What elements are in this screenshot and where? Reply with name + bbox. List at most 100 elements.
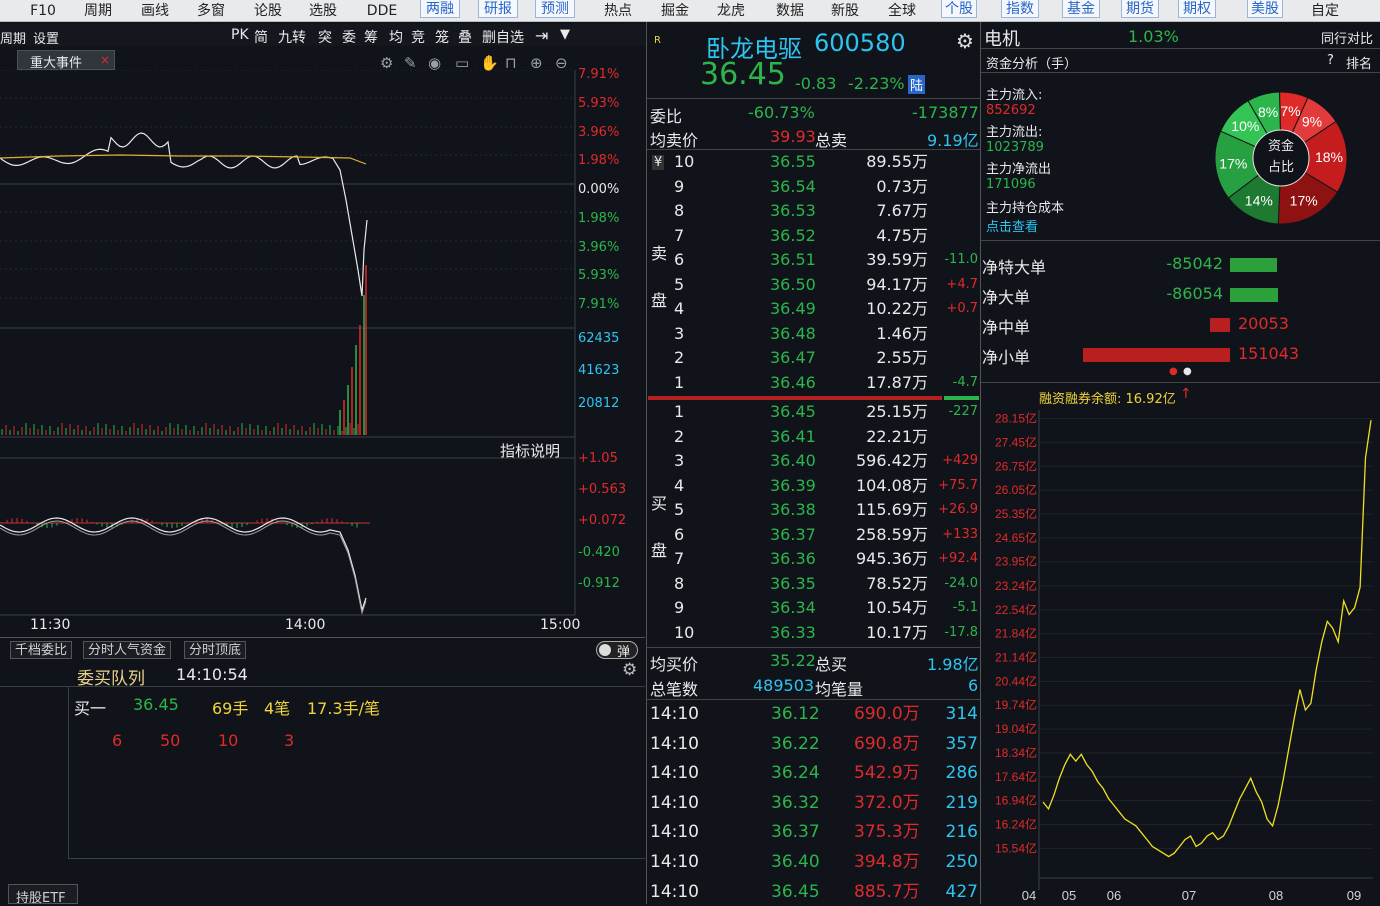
trade-price: 36.12	[771, 704, 820, 724]
sell-order-row[interactable]: 6 36.51 39.59万 -11.0	[647, 248, 980, 272]
trade-time: 14:10	[650, 852, 699, 872]
main-outflow: 1023789	[986, 140, 1044, 155]
margin-y-tick: 28.15亿	[995, 411, 1037, 426]
margin-y-tick: 25.35亿	[995, 506, 1037, 521]
buy-order-row[interactable]: 10 36.33 10.17万 -17.8	[647, 621, 980, 645]
tool-3[interactable]: 突	[318, 27, 332, 47]
queue-settings-gear-icon[interactable]: ⚙	[622, 660, 637, 680]
buy-order-row[interactable]: 5 36.38 115.69万 +26.9	[647, 498, 980, 522]
order-change: -5.1	[952, 600, 978, 615]
indicator-help-label[interactable]: 指标说明	[500, 440, 560, 461]
buy-order-row[interactable]: 1 36.45 25.15万 -227	[647, 400, 980, 424]
nav-16[interactable]: 个股	[941, 0, 977, 18]
trade-price: 36.45	[771, 881, 820, 902]
buy-order-row[interactable]: 4 36.39 104.08万 +75.7	[647, 474, 980, 498]
tool-5[interactable]: 筹	[364, 27, 378, 47]
sell-order-row[interactable]: 2 36.47 2.55万	[647, 346, 980, 370]
tool-8[interactable]: 笼	[435, 27, 449, 47]
pie-slice-label: 8%	[1258, 104, 1278, 120]
volume-axis-label: 62435	[578, 331, 620, 346]
tool-10[interactable]: 删自选	[482, 27, 524, 47]
nav-20[interactable]: 期权	[1178, 0, 1216, 18]
sell-order-row[interactable]: 10 36.55 89.55万	[647, 150, 980, 174]
order-change: +4.7	[946, 276, 978, 292]
nav-22[interactable]: 自定	[1305, 0, 1345, 22]
nav-13[interactable]: 数据	[771, 0, 809, 22]
period-button[interactable]: 周期	[0, 28, 26, 47]
indicator-axis-label: +1.05	[578, 451, 618, 466]
click-view-link[interactable]: 点击查看	[986, 216, 1038, 235]
total-sell: 9.19亿	[927, 131, 979, 150]
nav-18[interactable]: 基金	[1062, 0, 1100, 18]
nav-17[interactable]: 指数	[1001, 0, 1039, 18]
trade-amount: 375.3万	[854, 822, 920, 843]
tool-1[interactable]: 简	[254, 27, 268, 47]
page-dot[interactable]: ●	[1183, 366, 1192, 377]
etf-tab-label: 持股ETF	[16, 891, 66, 906]
sell-order-row[interactable]: 5 36.50 94.17万 +4.7	[647, 273, 980, 297]
nav-2[interactable]: 画线	[137, 0, 173, 22]
avg-buy-price: 35.22	[770, 651, 816, 670]
tool-0[interactable]: PK	[231, 27, 249, 43]
chevron-down-icon[interactable]: ▼	[560, 27, 570, 42]
intraday-chart[interactable]	[0, 70, 645, 640]
help-icon[interactable]: ?	[1327, 53, 1334, 68]
nav-4[interactable]: 论股	[250, 0, 286, 22]
order-amount: 7.67万	[876, 201, 928, 220]
nav-0[interactable]: F10	[27, 0, 59, 22]
nav-11[interactable]: 掘金	[657, 0, 693, 22]
trade-count: 286	[945, 763, 978, 784]
nav-9[interactable]: 预测	[535, 0, 575, 18]
nav-3[interactable]: 多窗	[193, 0, 229, 22]
main-net-outflow-label: 主力净流出	[986, 162, 1052, 177]
nav-1[interactable]: 周期	[80, 0, 116, 22]
sell-order-row[interactable]: 8 36.53 7.67万	[647, 199, 980, 223]
tab-qiandang[interactable]: 千档委比	[10, 641, 73, 659]
order-level: 7	[674, 549, 685, 568]
sell-order-row[interactable]: 1 36.46 17.87万 -4.7	[647, 371, 980, 395]
peer-compare-link[interactable]: 同行对比	[1321, 28, 1373, 47]
settings-button[interactable]: 设置	[33, 28, 59, 47]
nav-14[interactable]: 新股	[826, 0, 864, 22]
rank-link[interactable]: 排名	[1346, 53, 1372, 72]
buy-order-row[interactable]: 9 36.34 10.54万 -5.1	[647, 596, 980, 620]
order-price: 36.37	[770, 524, 816, 544]
nav-7[interactable]: 两融	[420, 0, 460, 18]
nav-8[interactable]: 研报	[478, 0, 518, 18]
tool-6[interactable]: 均	[389, 27, 403, 47]
tool-4[interactable]: 委	[342, 27, 356, 47]
nav-12[interactable]: 龙虎	[712, 0, 750, 22]
price-change: -0.83	[795, 74, 837, 93]
nav-15[interactable]: 全球	[883, 0, 921, 22]
buy-order-row[interactable]: 3 36.40 596.42万 +429	[647, 449, 980, 473]
tool-2[interactable]: 九转	[278, 27, 306, 47]
order-price: 36.35	[770, 573, 816, 593]
order-level: 2	[674, 426, 685, 446]
tool-9[interactable]: 叠	[458, 27, 472, 47]
sell-order-row[interactable]: 7 36.52 4.75万	[647, 224, 980, 248]
nav-21[interactable]: 美股	[1247, 0, 1283, 18]
nav-10[interactable]: 热点	[597, 0, 639, 22]
trade-price: 36.32	[771, 792, 820, 813]
nav-5[interactable]: 选股	[305, 0, 341, 22]
time-axis-label: 15:00	[540, 617, 581, 633]
tab-top-bottom[interactable]: 分时顶底	[184, 641, 247, 659]
nav-19[interactable]: 期货	[1121, 0, 1159, 18]
tab-popularity-funds[interactable]: 分时人气资金	[83, 641, 172, 659]
buy-order-row[interactable]: 6 36.37 258.59万 +133	[647, 523, 980, 547]
buy-order-row[interactable]: 2 36.41 22.21万	[647, 425, 980, 449]
sell-order-row[interactable]: 3 36.48 1.46万	[647, 322, 980, 346]
page-dot-active[interactable]: ●	[1169, 366, 1178, 377]
buy-order-row[interactable]: 7 36.36 945.36万 +92.4	[647, 547, 980, 571]
order-level: 9	[674, 598, 685, 617]
order-price: 36.40	[770, 451, 816, 470]
quote-settings-gear-icon[interactable]: ⚙	[956, 29, 974, 53]
nav-6[interactable]: DDE	[362, 0, 402, 22]
sell-order-row[interactable]: 9 36.54 0.73万	[647, 175, 980, 199]
margin-chart[interactable]: 28.15亿 27.45亿 26.75亿 26.05亿 25.35亿 24.65亿 23.9…	[981, 400, 1380, 904]
pin-right-icon[interactable]: ⇥	[535, 26, 548, 45]
tool-7[interactable]: 竞	[411, 27, 425, 47]
buy-order-row[interactable]: 8 36.35 78.52万 -24.0	[647, 572, 980, 596]
event-tab-close-icon[interactable]: ×	[100, 53, 110, 67]
sell-order-row[interactable]: 4 36.49 10.22万 +0.7	[647, 297, 980, 321]
